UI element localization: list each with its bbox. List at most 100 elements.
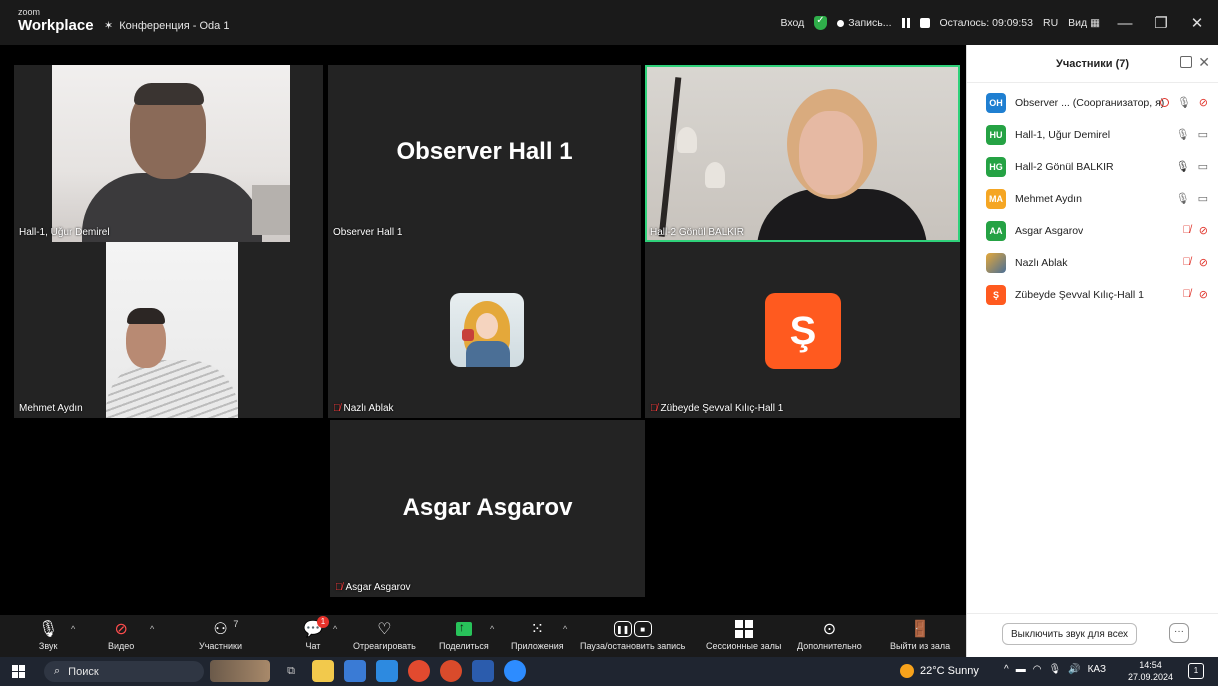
share-options-caret[interactable]: ^ bbox=[490, 624, 494, 634]
system-tray: ^ ▬ ◠ 🎙 🔊 КАЗ bbox=[1004, 664, 1106, 675]
more-options-button[interactable]: ··· bbox=[1169, 623, 1189, 643]
windows-taskbar: ⌕ Поиск ⧉ 22°C Sunny ^ ▬ ◠ 🎙 🔊 КАЗ 14:54… bbox=[0, 657, 1218, 686]
video-tile[interactable]: Observer Hall 1 Observer Hall 1 bbox=[328, 65, 641, 242]
participant-row[interactable]: HG Hall-2 Gönül BALKIR 🎙 ▭ bbox=[967, 151, 1218, 183]
participant-avatar: OH bbox=[986, 93, 1006, 113]
leave-room-icon: 🚪 bbox=[910, 621, 931, 638]
participant-name: Asgar Asgarov bbox=[1015, 225, 1084, 237]
participant-name-display: Observer Hall 1 bbox=[396, 138, 573, 165]
mic-icon: 🎙 bbox=[1176, 97, 1191, 109]
minimize-icon[interactable]: — bbox=[1110, 15, 1140, 32]
battery-icon[interactable]: ▬ bbox=[1016, 664, 1026, 675]
wifi-icon[interactable]: ◠ bbox=[1033, 664, 1042, 675]
security-shield-icon[interactable] bbox=[814, 15, 828, 30]
word-icon[interactable] bbox=[472, 660, 494, 682]
recording-status-icon bbox=[1159, 98, 1169, 107]
keyboard-language[interactable]: КАЗ bbox=[1088, 664, 1106, 675]
recording-indicator: Запись... bbox=[837, 17, 892, 29]
mute-all-button[interactable]: Выключить звук для всех bbox=[1002, 623, 1138, 645]
participant-row[interactable]: AA Asgar Asgarov 🎙̸ ⊘ bbox=[967, 215, 1218, 247]
apps-options-caret[interactable]: ^ bbox=[563, 624, 567, 634]
breakout-rooms-button[interactable]: Сессионные залы bbox=[706, 615, 781, 657]
store-icon[interactable] bbox=[344, 660, 366, 682]
participant-name: Hall-2 Gönül BALKIR bbox=[1015, 161, 1114, 173]
pause-recording-icon[interactable] bbox=[901, 18, 910, 28]
participant-avatar: MA bbox=[986, 189, 1006, 209]
video-tile[interactable]: Ş 🎙̸ Zübeyde Şevval Kılıç-Hall 1 bbox=[645, 242, 960, 418]
participant-list: OH Observer ... (Соорганизатор, я) 🎙 ⊘ HU… bbox=[967, 83, 1218, 311]
video-options-caret[interactable]: ^ bbox=[150, 624, 154, 634]
participant-name: Nazlı Ablak bbox=[1015, 257, 1068, 269]
chrome-icon[interactable] bbox=[408, 660, 430, 682]
audio-options-caret[interactable]: ^ bbox=[71, 624, 75, 634]
taskbar-search[interactable]: ⌕ Поиск bbox=[44, 661, 204, 682]
system-clock[interactable]: 14:54 27.09.2024 bbox=[1128, 659, 1173, 683]
apps-button[interactable]: ⁙ Приложения bbox=[511, 615, 564, 657]
meeting-title[interactable]: ✶ Конференция - Oda 1 bbox=[104, 19, 229, 33]
video-icon: ▭ bbox=[1197, 129, 1208, 141]
pause-stop-recording-button[interactable]: ❚❚ ■ Пауза/остановить запись bbox=[580, 615, 685, 657]
camera-feed bbox=[106, 242, 238, 418]
participant-row[interactable]: MA Mehmet Aydın 🎙 ▭ bbox=[967, 183, 1218, 215]
chat-options-caret[interactable]: ^ bbox=[333, 624, 337, 634]
video-off-icon: ⊘ bbox=[1198, 289, 1208, 301]
share-screen-button[interactable]: Поделиться bbox=[439, 615, 489, 657]
participant-row[interactable]: HU Hall-1, Uğur Demirel 🎙 ▭ bbox=[967, 119, 1218, 151]
tile-name-label: 🎙̸ Asgar Asgarov bbox=[335, 582, 411, 593]
video-tile-active-speaker[interactable]: Hall-2 Gönül BALKIR bbox=[645, 65, 960, 242]
mic-muted-icon: 🎙̸ bbox=[335, 582, 343, 593]
video-off-icon: ⊘ bbox=[1198, 97, 1208, 109]
chat-unread-badge: 1 bbox=[316, 616, 329, 628]
video-button[interactable]: ⊘ Видео bbox=[108, 615, 134, 657]
video-tile[interactable]: Hall-1, Uğur Demirel bbox=[14, 65, 323, 242]
mic-muted-icon: 🎙̸ bbox=[1182, 288, 1191, 300]
task-view-icon[interactable]: ⧉ bbox=[280, 660, 302, 682]
file-explorer-icon[interactable] bbox=[312, 660, 334, 682]
chat-icon: 💬 1 bbox=[303, 616, 329, 640]
close-icon[interactable]: ✕ bbox=[1182, 14, 1212, 32]
participants-button[interactable]: ⚇ 7 Участники bbox=[199, 615, 242, 657]
participant-row[interactable]: Ş Zübeyde Şevval Kılıç-Hall 1 🎙̸ ⊘ bbox=[967, 279, 1218, 311]
video-gallery: Hall-1, Uğur Demirel Observer Hall 1 Obs… bbox=[0, 45, 966, 615]
leave-button[interactable]: 🚪 Выйти из зала bbox=[890, 615, 950, 657]
participants-panel: Участники (7) ✕ OH Observer ... (Соорган… bbox=[966, 45, 1218, 657]
windows-start-icon[interactable] bbox=[12, 665, 25, 678]
chrome-profile-icon[interactable] bbox=[440, 660, 462, 682]
video-tile[interactable]: Mehmet Aydın bbox=[14, 242, 323, 418]
search-highlight-image[interactable] bbox=[210, 660, 270, 682]
signin-button[interactable]: Вход bbox=[781, 17, 805, 29]
view-button[interactable]: Вид ▦ bbox=[1068, 17, 1100, 29]
panel-title: Участники (7) bbox=[1055, 57, 1130, 70]
weather-widget[interactable]: 22°C Sunny bbox=[900, 664, 979, 678]
microphone-tray-icon[interactable]: 🎙 bbox=[1048, 664, 1061, 675]
volume-icon[interactable]: 🔊 bbox=[1068, 664, 1080, 675]
video-tile[interactable]: Asgar Asgarov 🎙̸ Asgar Asgarov bbox=[330, 420, 645, 597]
weather-sun-icon bbox=[900, 664, 914, 678]
chat-button[interactable]: 💬 1 Чат bbox=[303, 615, 329, 657]
participant-avatar bbox=[986, 253, 1006, 273]
restore-icon[interactable]: ❐ bbox=[1146, 14, 1176, 32]
participant-row[interactable]: Nazlı Ablak 🎙̸ ⊘ bbox=[967, 247, 1218, 279]
react-button[interactable]: ♡ Отреагировать bbox=[353, 615, 416, 657]
recording-controls-icon: ❚❚ ■ bbox=[613, 618, 652, 640]
participant-row[interactable]: OH Observer ... (Соорганизатор, я) 🎙 ⊘ bbox=[967, 87, 1218, 119]
mic-icon: 🎙 bbox=[1175, 129, 1190, 141]
close-panel-icon[interactable]: ✕ bbox=[1198, 54, 1210, 71]
notifications-icon[interactable]: 1 bbox=[1188, 663, 1204, 679]
title-bar: zoom Workplace ✶ Конференция - Oda 1 Вхо… bbox=[0, 0, 1218, 45]
participant-name: Zübeyde Şevval Kılıç-Hall 1 bbox=[1015, 289, 1144, 301]
participant-avatar: Ş bbox=[986, 285, 1006, 305]
tile-name-label: Observer Hall 1 bbox=[333, 227, 403, 238]
mic-muted-icon: 🎙̸ bbox=[1182, 224, 1191, 236]
more-button[interactable]: ⊙ Дополнительно bbox=[797, 615, 862, 657]
tray-expand-icon[interactable]: ^ bbox=[1004, 664, 1009, 675]
language-selector[interactable]: RU bbox=[1043, 17, 1058, 29]
mail-icon[interactable] bbox=[376, 660, 398, 682]
record-dot-icon bbox=[837, 19, 845, 27]
zoom-app-icon[interactable] bbox=[504, 660, 526, 682]
apps-icon: ⁙ bbox=[530, 621, 545, 638]
video-tile[interactable]: 🎙̸ Nazlı Ablak bbox=[328, 242, 641, 418]
audio-button[interactable]: 🎙 Звук bbox=[38, 615, 58, 657]
pop-out-icon[interactable] bbox=[1180, 56, 1192, 68]
stop-recording-icon[interactable] bbox=[919, 18, 930, 28]
